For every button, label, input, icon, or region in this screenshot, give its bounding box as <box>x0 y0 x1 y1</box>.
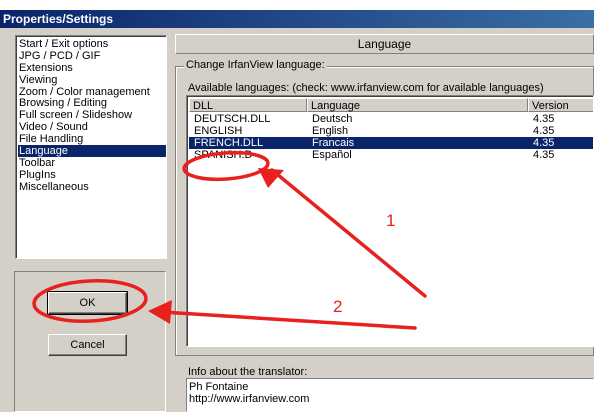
cell-version: 4.35 <box>533 125 555 137</box>
column-header-dll[interactable]: DLL <box>189 98 307 112</box>
sidebar-item-jpg-pcd-gif[interactable]: JPG / PCD / GIF <box>18 50 166 62</box>
cancel-button[interactable]: Cancel <box>48 334 127 356</box>
settings-window: Start / Exit options JPG / PCD / GIF Ext… <box>0 28 594 412</box>
window-title: Properties/Settings <box>0 10 594 28</box>
sidebar-item-miscellaneous[interactable]: Miscellaneous <box>18 181 166 193</box>
cell-language: Español <box>312 149 352 161</box>
translator-info-box: Ph Fontaine http://www.irfanview.com <box>186 378 594 412</box>
table-row[interactable]: DEUTSCH.DLL Deutsch 4.35 <box>189 113 593 125</box>
table-header: DLL Language Version <box>189 98 593 112</box>
translator-url: http://www.irfanview.com <box>189 393 310 405</box>
cell-language: Deutsch <box>312 113 353 125</box>
language-table[interactable]: DLL Language Version DEUTSCH.DLL Deutsch… <box>186 95 594 347</box>
sidebar-item-video-sound[interactable]: Video / Sound <box>18 121 166 133</box>
cell-version: 4.35 <box>533 113 555 125</box>
sidebar-item-zoom-color[interactable]: Zoom / Color management <box>18 86 166 98</box>
cell-version: 4.35 <box>533 149 555 161</box>
cell-dll: ENGLISH <box>194 125 243 137</box>
cell-version: 4.35 <box>533 137 555 149</box>
sidebar-item-viewing[interactable]: Viewing <box>18 74 166 86</box>
button-area: OK Cancel <box>14 271 166 412</box>
column-header-language[interactable]: Language <box>307 98 528 112</box>
panel-header: Language <box>175 34 594 54</box>
category-list[interactable]: Start / Exit options JPG / PCD / GIF Ext… <box>15 35 167 259</box>
group-title: Change IrfanView language: <box>184 59 327 71</box>
sidebar-item-start-exit[interactable]: Start / Exit options <box>18 38 166 50</box>
cell-dll: FRENCH.DLL <box>194 137 264 149</box>
cell-language: English <box>312 125 349 137</box>
sidebar-item-language[interactable]: Language <box>18 145 166 157</box>
sidebar-item-fullscreen-slideshow[interactable]: Full screen / Slideshow <box>18 109 166 121</box>
table-row[interactable]: ENGLISH English 4.35 <box>189 125 593 137</box>
translator-name: Ph Fontaine <box>189 381 249 393</box>
cell-language: Francais <box>312 137 355 149</box>
sidebar-item-file-handling[interactable]: File Handling <box>18 133 166 145</box>
column-header-version[interactable]: Version <box>528 98 593 112</box>
background-text-fragment <box>0 0 594 10</box>
translator-info-label: Info about the translator: <box>188 366 308 378</box>
table-row[interactable]: SPANISH.D Español 4.35 <box>189 149 593 161</box>
cell-dll: SPANISH.D <box>194 149 253 161</box>
table-row-selected[interactable]: FRENCH.DLL Francais 4.35 <box>189 137 593 149</box>
cell-dll: DEUTSCH.DLL <box>194 113 271 125</box>
sidebar-item-browsing-editing[interactable]: Browsing / Editing <box>18 97 166 110</box>
available-languages-label: Available languages: (check: www.irfanvi… <box>188 82 544 94</box>
ok-button[interactable]: OK <box>47 291 128 315</box>
sidebar-item-toolbar[interactable]: Toolbar <box>18 157 166 169</box>
sidebar-item-plugins[interactable]: PlugIns <box>18 169 166 181</box>
sidebar-item-extensions[interactable]: Extensions <box>18 62 166 74</box>
